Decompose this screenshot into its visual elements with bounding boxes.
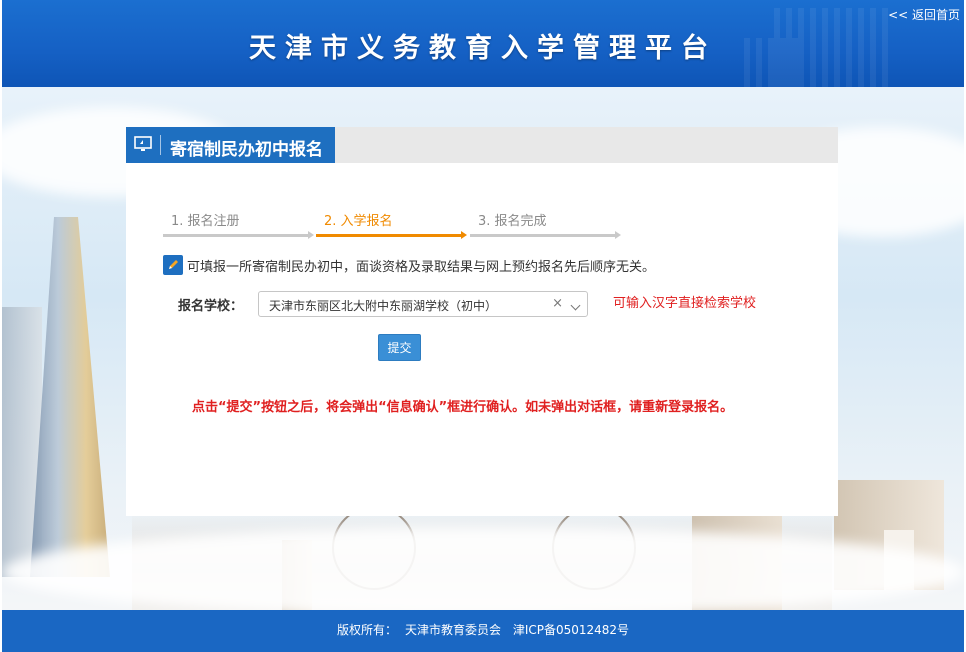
school-field-label: 报名学校： bbox=[178, 299, 244, 314]
page-header: 天津市义务教育入学管理平台 << 返回首页 bbox=[2, 0, 964, 87]
platform-title: 天津市义务教育入学管理平台 bbox=[249, 33, 717, 64]
panel-header: 寄宿制民办初中报名 bbox=[126, 127, 838, 163]
step-3-arrow bbox=[615, 231, 621, 239]
school-select[interactable]: 天津市东丽区北大附中东丽湖学校（初中） × bbox=[258, 291, 588, 317]
skyscraper-decoration bbox=[30, 217, 110, 577]
monitor-icon bbox=[134, 136, 152, 151]
chevron-down-icon[interactable] bbox=[570, 300, 581, 311]
submit-warning: 点击“提交”按钮之后，将会弹出“信息确认”框进行确认。如未弹出对话框，请重新登录… bbox=[192, 400, 734, 415]
step-2-arrow bbox=[461, 231, 467, 239]
clear-selection-icon[interactable]: × bbox=[552, 296, 563, 311]
notice-line: 可填报一所寄宿制民办初中，面谈资格及录取结果与网上预约报名先后顺序无关。 bbox=[163, 255, 655, 275]
pencil-icon bbox=[163, 255, 183, 275]
school-select-value: 天津市东丽区北大附中东丽湖学校（初中） bbox=[269, 299, 498, 313]
submit-button[interactable]: 提交 bbox=[378, 334, 421, 361]
step-2-bar bbox=[316, 234, 461, 237]
step-1-label: 1. 报名注册 bbox=[171, 214, 240, 229]
panel-title-tab: 寄宿制民办初中报名 bbox=[126, 127, 335, 163]
tab-divider bbox=[160, 135, 161, 155]
page-footer: 版权所有： 天津市教育委员会 津ICP备05012482号 bbox=[2, 610, 964, 652]
copyright-label: 版权所有： bbox=[336, 623, 397, 637]
copyright-owner: 天津市教育委员会 bbox=[404, 623, 501, 637]
step-3-label: 3. 报名完成 bbox=[478, 214, 547, 229]
step-3-bar bbox=[470, 234, 615, 237]
step-1-arrow bbox=[308, 231, 314, 239]
step-1-bar bbox=[163, 234, 308, 237]
notice-text: 可填报一所寄宿制民办初中，面谈资格及录取结果与网上预约报名先后顺序无关。 bbox=[187, 259, 656, 275]
cloud-decoration bbox=[2, 527, 964, 610]
step-2-label: 2. 入学报名 bbox=[324, 214, 393, 229]
back-to-home-link[interactable]: << 返回首页 bbox=[888, 6, 960, 23]
panel-title: 寄宿制民办初中报名 bbox=[170, 140, 323, 160]
registration-panel: 寄宿制民办初中报名 1. 报名注册 2. 入学报名 3. 报名完成 可填报一所寄… bbox=[126, 127, 838, 516]
icp-number: 津ICP备05012482号 bbox=[512, 623, 630, 637]
search-hint: 可输入汉字直接检索学校 bbox=[613, 296, 757, 311]
